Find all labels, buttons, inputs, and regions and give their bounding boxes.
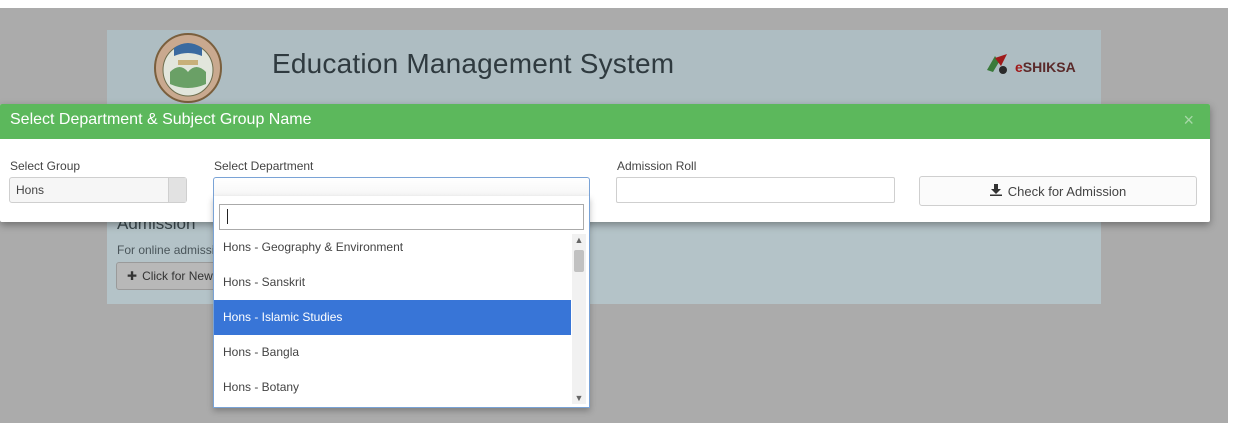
admission-roll-label: Admission Roll bbox=[617, 159, 697, 173]
scroll-up-icon[interactable]: ▲ bbox=[572, 234, 586, 246]
plus-icon: ✚ bbox=[127, 269, 138, 283]
group-label: Select Group bbox=[10, 159, 81, 173]
dropdown-option[interactable]: Hons - Geography & Environment bbox=[214, 230, 571, 265]
department-label: Select Department bbox=[214, 159, 314, 173]
brand-rest: SHIKSA bbox=[1022, 58, 1076, 75]
brand-logo: eSHIKSA bbox=[985, 52, 1076, 81]
admission-roll-input[interactable] bbox=[616, 177, 895, 203]
department-modal: Select Department & Subject Group Name ×… bbox=[0, 104, 1210, 222]
dropdown-options: Hons - Geography & Environment Hons - San… bbox=[214, 230, 571, 406]
dropdown-option[interactable]: Hons - Botany bbox=[214, 370, 571, 405]
eshiksa-icon bbox=[985, 52, 1011, 81]
dropdown-option[interactable]: Hons - Sanskrit bbox=[214, 265, 571, 300]
brand-prefix: e bbox=[1015, 58, 1023, 75]
download-icon bbox=[989, 183, 1002, 199]
modal-title: Select Department & Subject Group Name bbox=[10, 111, 312, 128]
app-title: Education Management System bbox=[272, 48, 675, 79]
dropdown-option[interactable]: Hons - Bangla bbox=[214, 335, 571, 370]
close-icon[interactable]: × bbox=[1183, 110, 1194, 131]
check-admission-label: Check for Admission bbox=[1007, 183, 1127, 199]
text-cursor bbox=[227, 209, 228, 224]
scroll-down-icon[interactable]: ▼ bbox=[572, 392, 586, 404]
dropdown-scrollbar[interactable]: ▲ ▼ bbox=[572, 234, 586, 404]
admission-text: For online admission bbox=[117, 243, 228, 257]
dropdown-option[interactable]: Hons - Islamic Studies bbox=[214, 300, 571, 335]
viewport: Education Management System eSHIKSA Admi… bbox=[0, 0, 1234, 423]
group-select-value: Hons bbox=[16, 183, 45, 197]
scroll-thumb[interactable] bbox=[574, 250, 584, 272]
department-dropdown: Hons - Geography & Environment Hons - San… bbox=[213, 196, 590, 408]
group-select[interactable]: Hons bbox=[9, 177, 187, 203]
institution-logo bbox=[152, 32, 224, 104]
check-admission-button[interactable]: Check for Admission bbox=[919, 176, 1197, 206]
brand-name: eSHIKSA bbox=[1015, 59, 1076, 75]
modal-header: Select Department & Subject Group Name × bbox=[0, 104, 1210, 139]
dropdown-search-input[interactable] bbox=[219, 204, 584, 230]
select-arrow-icon bbox=[168, 178, 186, 202]
